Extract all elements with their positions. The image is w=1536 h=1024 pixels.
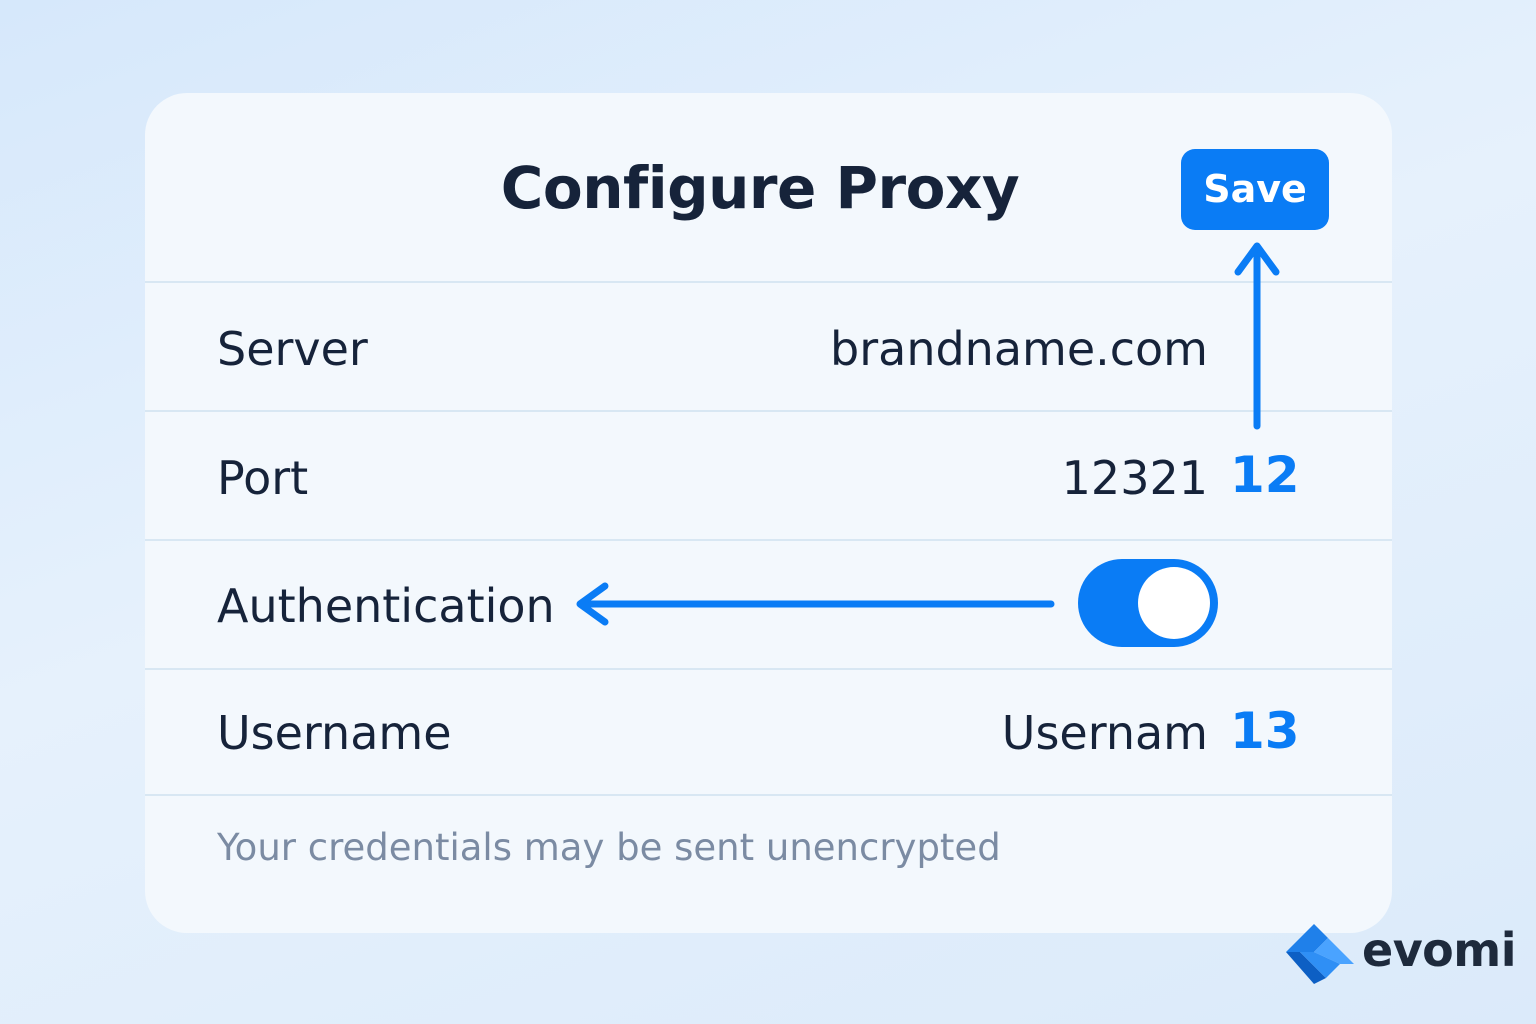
divider — [145, 539, 1392, 541]
dialog-header: Configure Proxy Save — [145, 93, 1392, 281]
authentication-label: Authentication — [217, 579, 555, 633]
server-value[interactable]: brandname.com — [830, 321, 1208, 377]
toggle-knob — [1138, 567, 1210, 639]
divider — [145, 410, 1392, 412]
port-label: Port — [217, 451, 309, 505]
server-label: Server — [217, 322, 368, 376]
annotation-marker-13: 13 — [1230, 702, 1300, 760]
divider — [145, 668, 1392, 670]
evomi-logo-text: evomi — [1362, 923, 1517, 977]
divider — [145, 281, 1392, 283]
divider — [145, 794, 1392, 796]
proxy-config-dialog: Configure Proxy Save Server brandname.co… — [145, 93, 1392, 933]
annotation-marker-12: 12 — [1230, 446, 1300, 504]
authentication-toggle[interactable] — [1078, 559, 1218, 647]
username-value[interactable]: Usernam — [1002, 705, 1208, 761]
save-button[interactable]: Save — [1181, 149, 1329, 230]
security-warning: Your credentials may be sent unencrypted — [217, 826, 1001, 869]
port-value[interactable]: 12321 — [1062, 450, 1208, 506]
evomi-logo: evomi — [1280, 912, 1520, 992]
evomi-logo-icon — [1286, 924, 1354, 984]
username-label: Username — [217, 706, 452, 760]
